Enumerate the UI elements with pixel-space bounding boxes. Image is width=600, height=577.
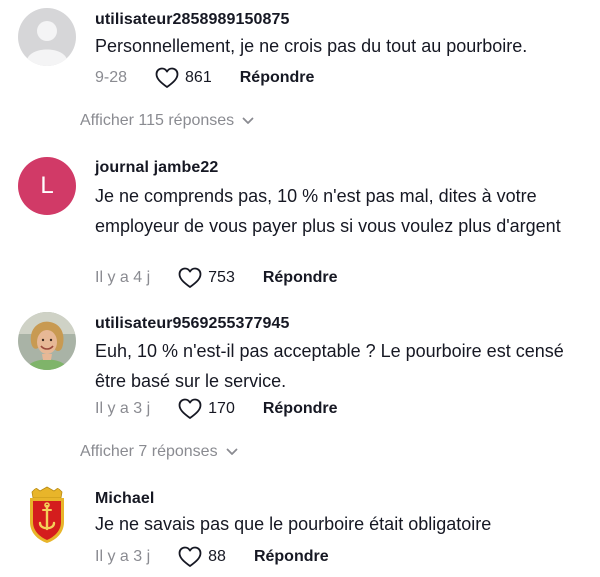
comment-time: 9-28 — [95, 69, 128, 86]
chevron-down-icon — [226, 448, 237, 455]
comment-username[interactable]: utilisateur2858989150875 — [95, 11, 290, 29]
comment-text: Euh, 10 % n'est-il pas acceptable ? Le p… — [95, 341, 564, 391]
view-replies-button[interactable]: Afficher 7 réponses — [80, 441, 238, 463]
comment-time: Il y a 3 j — [95, 400, 151, 417]
comment-meta: Il y a 3 j 88 Répondre — [95, 545, 329, 569]
like-button[interactable]: 88 — [178, 546, 226, 568]
comment-time: Il y a 4 j — [95, 269, 151, 286]
comment-meta: Il y a 3 j 170 Répondre — [95, 397, 338, 421]
reply-button[interactable]: Répondre — [263, 400, 338, 418]
avatar[interactable] — [18, 486, 76, 544]
heart-icon — [178, 267, 202, 288]
avatar[interactable] — [18, 312, 76, 370]
reply-button[interactable]: Répondre — [263, 269, 338, 287]
comment-username[interactable]: utilisateur9569255377945 — [95, 315, 290, 333]
like-button[interactable]: 861 — [155, 67, 212, 89]
like-count: 170 — [208, 400, 235, 417]
avatar[interactable]: L — [18, 157, 76, 215]
photo-avatar-icon — [18, 312, 76, 370]
avatar-letter: L — [40, 172, 54, 199]
view-replies-label: Afficher 7 réponses — [80, 443, 218, 460]
like-count: 861 — [185, 69, 212, 86]
default-user-avatar-icon — [18, 8, 76, 66]
chevron-down-icon — [242, 117, 254, 124]
comment-text: Personnellement, je ne crois pas du tout… — [95, 36, 528, 56]
comment-username[interactable]: journal jambe22 — [95, 159, 218, 177]
heart-icon — [178, 398, 202, 419]
comment-text: Je ne savais pas que le pourboire était … — [95, 514, 492, 534]
comment-meta: 9-28 861 Répondre — [95, 66, 314, 90]
comment-username[interactable]: Michael — [95, 490, 154, 508]
like-count: 88 — [208, 548, 226, 565]
reply-button[interactable]: Répondre — [240, 69, 315, 87]
coat-of-arms-avatar-icon — [18, 486, 76, 544]
comment-text: Je ne comprends pas, 10 % n'est pas mal,… — [95, 186, 561, 236]
avatar[interactable] — [18, 8, 76, 66]
view-replies-label: Afficher 115 réponses — [80, 112, 235, 129]
like-count: 753 — [208, 269, 235, 286]
comment-time: Il y a 3 j — [95, 548, 151, 565]
like-button[interactable]: 170 — [178, 398, 235, 420]
comment-meta: Il y a 4 j 753 Répondre — [95, 266, 338, 290]
heart-icon — [155, 67, 179, 88]
reply-button[interactable]: Répondre — [254, 548, 329, 566]
view-replies-button[interactable]: Afficher 115 réponses — [80, 110, 254, 132]
like-button[interactable]: 753 — [178, 267, 235, 289]
heart-icon — [178, 546, 202, 567]
